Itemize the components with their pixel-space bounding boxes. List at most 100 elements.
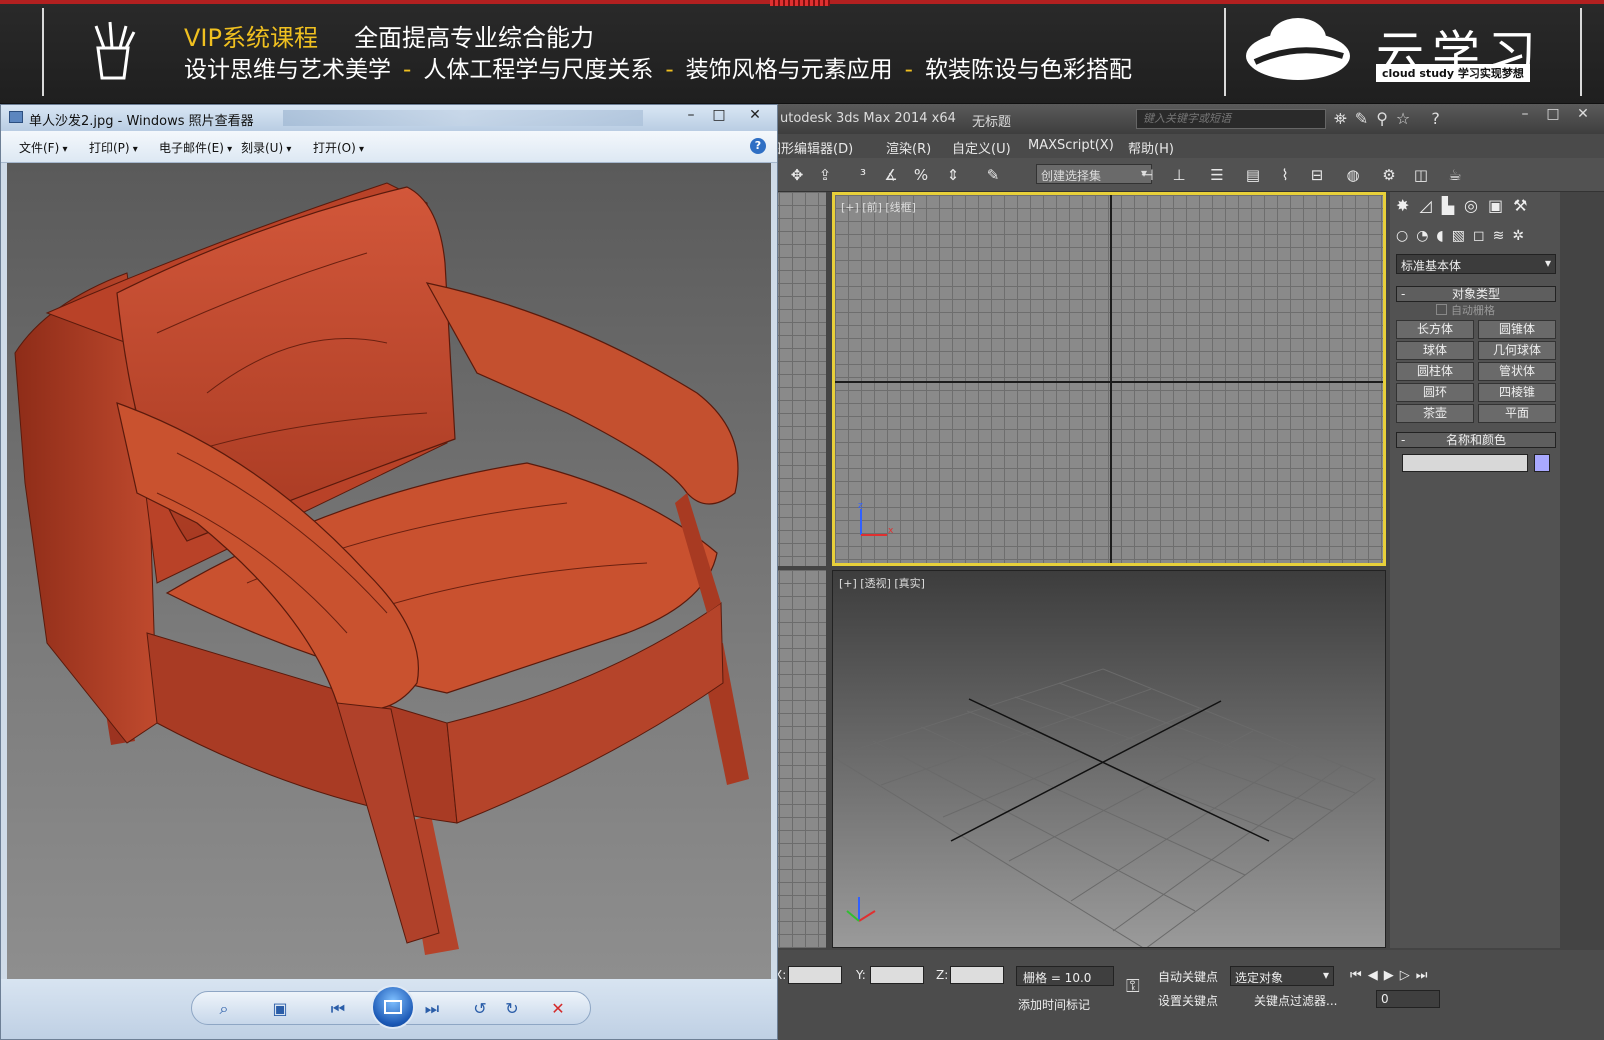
max-infocenter-icons[interactable]: ⛯✎⚲☆ ? <box>1334 109 1448 129</box>
banner-divider <box>42 8 44 96</box>
tube-button[interactable]: 管状体 <box>1478 362 1556 381</box>
viewport-front[interactable]: [+] [前] [线框] z x <box>832 192 1386 566</box>
actual-size-icon[interactable]: ▣ <box>269 999 291 1019</box>
move-tool-icon[interactable]: ✥ <box>786 164 808 186</box>
named-selection-set[interactable]: 创建选择集 <box>1036 164 1152 184</box>
object-name-field[interactable] <box>1402 454 1528 472</box>
pyramid-button[interactable]: 四棱锥 <box>1478 383 1556 402</box>
max-main-toolbar: ✥ ⇪ ³ ∡ % ⇕ ✎ 创建选择集 ⊣ ⊥ ☰ ▤ ⌇ ⊟ ◍ ⚙ ◫ ☕ <box>760 158 1604 192</box>
schematic-view-icon[interactable]: ⊟ <box>1306 164 1328 186</box>
key-filters-button[interactable]: 关键点过滤器... <box>1254 992 1337 1009</box>
banner-divider <box>1580 8 1582 96</box>
render-frame-icon[interactable]: ◫ <box>1410 164 1432 186</box>
torus-button[interactable]: 圆环 <box>1396 383 1474 402</box>
box-button[interactable]: 长方体 <box>1396 320 1474 339</box>
max-app-title: utodesk 3ds Max 2014 x64 <box>780 111 956 126</box>
z-coordinate-field[interactable] <box>950 966 1004 984</box>
teapot-button[interactable]: 茶壶 <box>1396 404 1474 423</box>
select-link-icon[interactable]: ⇪ <box>814 164 836 186</box>
command-panel-tabs[interactable]: ✸◿▙◎▣⚒ <box>1396 196 1537 215</box>
previous-icon[interactable]: ⏮ <box>327 999 349 1019</box>
layer-manager-icon[interactable]: ☰ <box>1206 164 1228 186</box>
y-coordinate-field[interactable] <box>870 966 924 984</box>
menu-burn[interactable]: 刻录(U) <box>241 139 291 156</box>
mirror-icon[interactable]: ⊣ <box>1136 164 1158 186</box>
screen: { "banner": { "vip": "VIP系统课程", "headlin… <box>0 0 1604 1040</box>
playback-controls[interactable]: ⏮◀▶▷⏭ <box>1350 968 1433 983</box>
key-mode-icon[interactable]: ⚿ <box>1126 976 1140 997</box>
next-icon[interactable]: ⏭ <box>421 999 443 1019</box>
slideshow-button[interactable] <box>371 985 415 1029</box>
scene-explorer-icon[interactable]: ▤ <box>1242 164 1264 186</box>
rotate-clockwise-icon[interactable]: ↻ <box>501 999 523 1019</box>
create-category-icons[interactable]: ○◔◖▧◻≋✲ <box>1396 228 1532 244</box>
snap-toggle-icon[interactable]: ³ <box>852 164 874 186</box>
render-setup-icon[interactable]: ⚙ <box>1378 164 1400 186</box>
zoom-icon[interactable]: ⌕ <box>213 999 235 1019</box>
plane-button[interactable]: 平面 <box>1478 404 1556 423</box>
y-label: Y: <box>856 968 866 982</box>
menu-open[interactable]: 打开(O) <box>313 139 364 156</box>
object-color-swatch[interactable] <box>1534 454 1550 472</box>
object-type-rollout[interactable]: - 对象类型 <box>1396 286 1556 302</box>
maximize-button[interactable]: □ <box>1540 106 1566 126</box>
minimize-button[interactable]: – <box>1512 106 1538 126</box>
material-editor-icon[interactable]: ◍ <box>1342 164 1364 186</box>
photo-display-area <box>7 163 771 979</box>
armchair-render-image <box>14 182 749 955</box>
key-target-dropdown[interactable]: 选定对象 <box>1230 966 1334 986</box>
geosphere-button[interactable]: 几何球体 <box>1478 341 1556 360</box>
curve-editor-icon[interactable]: ⌇ <box>1274 164 1296 186</box>
set-key-button[interactable]: 设置关键点 <box>1158 992 1218 1009</box>
menu-maxscript[interactable]: MAXScript(X) <box>1028 138 1114 153</box>
auto-key-button[interactable]: 自动关键点 <box>1158 968 1218 985</box>
sphere-button[interactable]: 球体 <box>1396 341 1474 360</box>
help-icon[interactable]: ? <box>750 138 766 154</box>
spinner-snap-icon[interactable]: ⇕ <box>942 164 964 186</box>
vip-course-label: VIP系统课程 <box>184 24 318 52</box>
cylinder-button[interactable]: 圆柱体 <box>1396 362 1474 381</box>
close-button[interactable]: ✕ <box>1570 106 1596 126</box>
menu-rendering[interactable]: 渲染(R) <box>886 138 931 157</box>
course-banner: VIP系统课程 全面提高专业综合能力 设计思维与艺术美学 - 人体工程学与尺度关系 - 装… <box>0 0 1604 104</box>
menu-customize[interactable]: 自定义(U) <box>952 138 1011 157</box>
name-color-rollout[interactable]: - 名称和颜色 <box>1396 432 1556 448</box>
menu-email[interactable]: 电子邮件(E) <box>159 139 232 156</box>
maximize-button[interactable]: □ <box>705 105 733 125</box>
render-teapot-icon[interactable]: ☕ <box>1444 164 1466 186</box>
brand-tagline: cloud study 学习实现梦想 <box>1376 64 1530 82</box>
x-coordinate-field[interactable] <box>788 966 842 984</box>
minimize-button[interactable]: – <box>677 105 705 125</box>
z-label: Z: <box>936 968 949 982</box>
photo-viewer-title: 单人沙发2.jpg - Windows 照片查看器 <box>29 114 254 129</box>
banner-topics: 设计思维与艺术美学 - 人体工程学与尺度关系 - 装饰风格与元素应用 - 软装陈设与色彩搭配 <box>184 57 1132 83</box>
max-search-input[interactable] <box>1136 109 1326 129</box>
max-title-bar: utodesk 3ds Max 2014 x64 无标题 ⛯✎⚲☆ ? – □ … <box>760 104 1604 134</box>
menu-file[interactable]: 文件(F) <box>19 139 67 156</box>
primitive-type-dropdown[interactable]: 标准基本体 <box>1396 254 1556 274</box>
edit-named-sets-icon[interactable]: ✎ <box>982 164 1004 186</box>
cone-button[interactable]: 圆锥体 <box>1478 320 1556 339</box>
menu-help[interactable]: 帮助(H) <box>1128 138 1174 157</box>
close-button[interactable]: ✕ <box>741 105 769 125</box>
grid-axis-horizontal <box>835 381 1383 383</box>
menu-graph-editors[interactable]: 图形编辑器(D) <box>768 138 853 157</box>
grid-axis-vertical <box>1110 195 1112 563</box>
current-frame-field[interactable]: 0 <box>1376 990 1440 1008</box>
percent-snap-icon[interactable]: % <box>910 164 932 186</box>
topic-item: 人体工程学与尺度关系 <box>423 57 654 83</box>
menu-print[interactable]: 打印(P) <box>89 139 138 156</box>
add-time-tag[interactable]: 添加时间标记 <box>1018 996 1090 1013</box>
rotate-counterclockwise-icon[interactable]: ↺ <box>469 999 491 1019</box>
align-icon[interactable]: ⊥ <box>1168 164 1190 186</box>
max-document-title: 无标题 <box>972 115 1012 130</box>
delete-icon[interactable]: ✕ <box>547 999 569 1019</box>
angle-snap-icon[interactable]: ∡ <box>880 164 902 186</box>
viewport-perspective[interactable]: [+] [透视] [真实] <box>832 570 1386 948</box>
banner-top-stripe <box>0 0 1604 6</box>
pencil-cup-icon <box>94 21 136 80</box>
grid-size-readout: 栅格 = 10.0 <box>1016 966 1114 986</box>
autogrid-checkbox[interactable]: 自动栅格 <box>1436 302 1495 318</box>
max-status-bar: X: Y: Z: 栅格 = 10.0 ⚿ 自动关键点 选定对象 设置关键点 关键… <box>760 950 1604 1040</box>
viewport-label[interactable]: [+] [前] [线框] <box>841 199 916 215</box>
